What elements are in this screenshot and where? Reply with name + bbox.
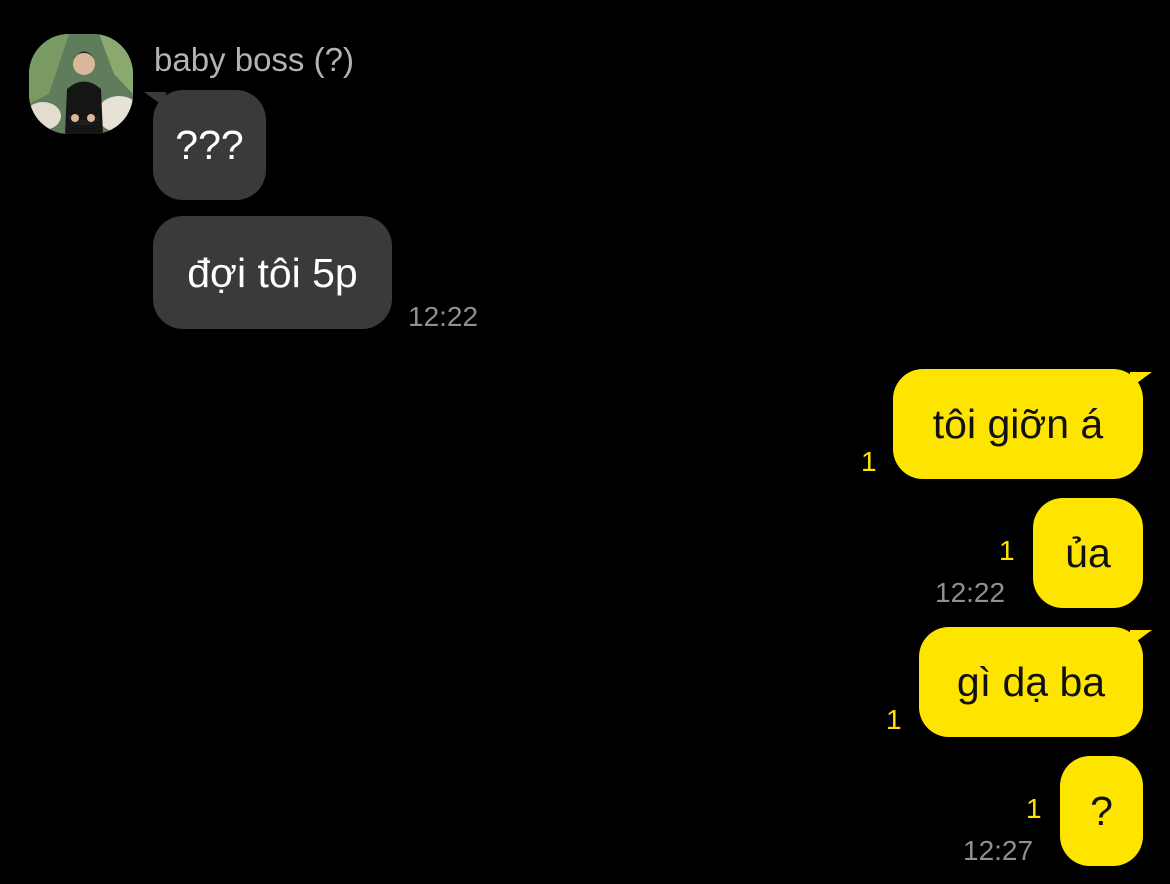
- incoming-message[interactable]: đợi tôi 5p: [153, 216, 392, 329]
- message-text: tôi giỡn á: [932, 401, 1104, 447]
- unread-count: 1: [999, 535, 1015, 566]
- outgoing-message[interactable]: ?: [1060, 756, 1143, 866]
- unread-count: 1: [1026, 793, 1042, 824]
- message-text: đợi tôi 5p: [187, 249, 358, 296]
- outgoing-message[interactable]: gì dạ ba: [919, 627, 1143, 737]
- message-timestamp: 12:22: [408, 301, 479, 332]
- profile-photo-icon: [29, 34, 133, 134]
- message-text: ủa: [1065, 530, 1111, 576]
- contact-avatar[interactable]: [29, 34, 133, 134]
- message-timestamp: 12:22: [935, 577, 1006, 608]
- message-text: ?: [1090, 788, 1113, 834]
- message-timestamp: 12:27: [963, 835, 1034, 866]
- message-text: gì dạ ba: [956, 659, 1106, 705]
- outgoing-message[interactable]: tôi giỡn á: [893, 369, 1143, 479]
- message-text: ???: [175, 122, 244, 168]
- outgoing-message[interactable]: ủa: [1033, 498, 1143, 608]
- unread-count: 1: [886, 704, 902, 735]
- incoming-message[interactable]: ???: [153, 90, 266, 200]
- unread-count: 1: [861, 446, 877, 477]
- contact-name: baby boss (?): [154, 41, 354, 78]
